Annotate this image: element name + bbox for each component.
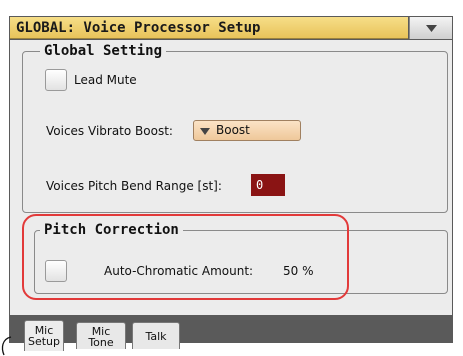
auto-chromatic-label: Auto-Chromatic Amount: bbox=[104, 264, 254, 278]
global-setting-legend: Global Setting bbox=[40, 43, 167, 59]
pitch-correction-legend: Pitch Correction bbox=[40, 222, 183, 238]
tab-talk[interactable]: Talk bbox=[132, 322, 180, 349]
page-menu-button[interactable] bbox=[409, 17, 452, 39]
pitch-bend-range-label: Voices Pitch Bend Range [st]: bbox=[46, 179, 222, 193]
page-title: GLOBAL: Voice Processor Setup bbox=[10, 17, 408, 39]
dropdown-arrow-icon bbox=[200, 128, 210, 135]
vibrato-boost-value: Boost bbox=[216, 123, 250, 137]
vibrato-boost-dropdown[interactable]: Boost bbox=[193, 120, 301, 141]
tab-talk-line1: Talk bbox=[145, 330, 167, 343]
tab-mic-setup-line2: Setup bbox=[27, 335, 61, 348]
tab-mic-tone-line2: Tone bbox=[88, 336, 114, 349]
tab-mic-tone[interactable]: Mic Tone bbox=[76, 322, 126, 349]
lead-mute-label: Lead Mute bbox=[74, 73, 137, 87]
pitch-correction-group bbox=[34, 230, 448, 294]
pitch-bend-range-value[interactable]: 0 bbox=[251, 174, 285, 196]
triangle-down-icon bbox=[426, 25, 437, 32]
auto-chromatic-value[interactable]: 50 % bbox=[283, 264, 314, 278]
tab-mic-setup[interactable]: Mic Setup bbox=[24, 320, 64, 351]
lead-mute-checkbox[interactable] bbox=[45, 69, 67, 91]
pitch-correction-checkbox[interactable] bbox=[45, 260, 67, 282]
callout-hook-icon bbox=[1, 336, 12, 356]
vibrato-boost-label: Voices Vibrato Boost: bbox=[46, 124, 173, 138]
